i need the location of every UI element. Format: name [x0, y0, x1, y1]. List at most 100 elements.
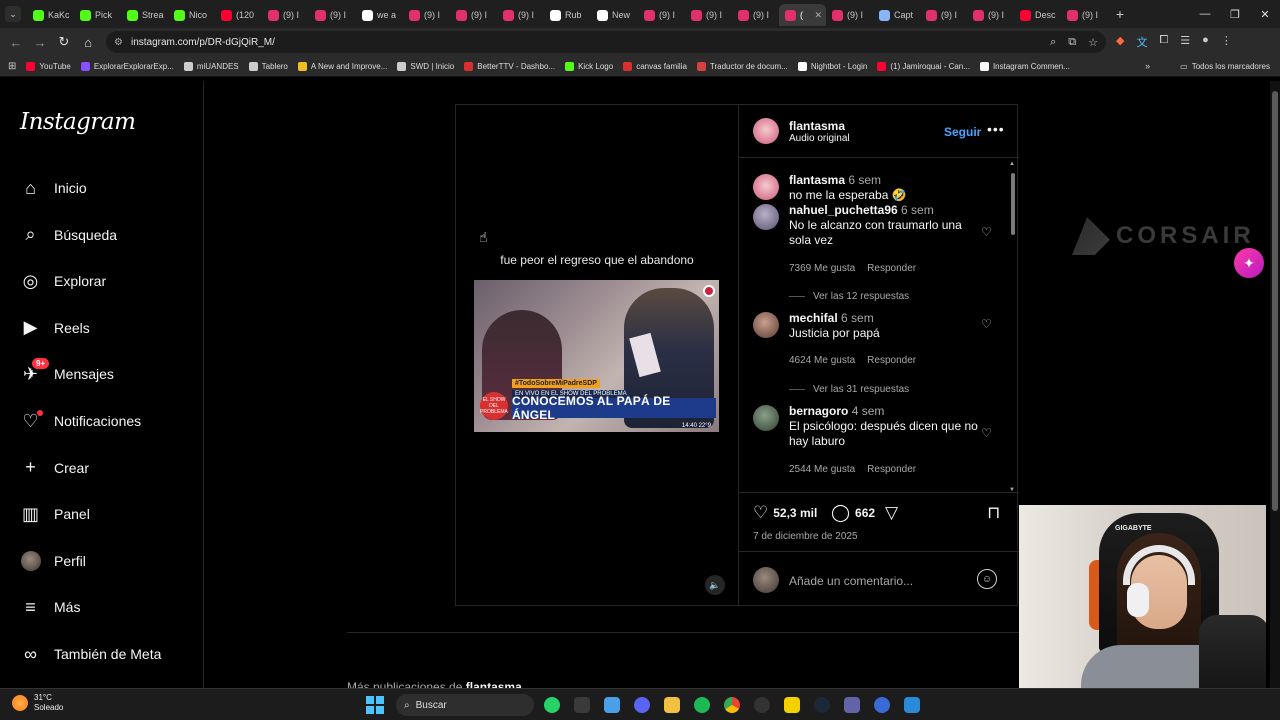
close-tab-icon[interactable]: ✕: [814, 10, 822, 21]
bookmark-item[interactable]: A New and Improve...: [297, 61, 387, 71]
browser-tab[interactable]: (9) I: [262, 4, 309, 26]
comment-time[interactable]: 6 sem: [841, 311, 874, 325]
browser-tab[interactable]: Pick: [74, 4, 121, 26]
sidebar-item[interactable]: ▥ Panel: [20, 499, 90, 529]
browser-menu-icon[interactable]: ⋮: [1221, 34, 1232, 50]
scroll-down-icon[interactable]: ▼: [1009, 487, 1015, 493]
browser-tab[interactable]: Nico: [168, 4, 215, 26]
more-options-icon[interactable]: •••: [987, 121, 1005, 137]
chrome-icon[interactable]: [720, 693, 744, 717]
comment-likes[interactable]: 7369 Me gusta: [789, 263, 855, 274]
browser-tab[interactable]: (9) I: [497, 4, 544, 26]
sticky-notes-icon[interactable]: [780, 693, 804, 717]
comment-like-icon[interactable]: ♡: [981, 317, 992, 331]
back-icon[interactable]: ←: [4, 35, 28, 50]
comment-username[interactable]: mechifal: [789, 311, 838, 325]
comment-username[interactable]: nahuel_puchetta96: [789, 203, 898, 217]
bookmark-item[interactable]: ExplorarExplorarExp...: [80, 61, 174, 71]
bookmark-item[interactable]: Kick Logo: [565, 61, 613, 71]
teams-icon[interactable]: [840, 693, 864, 717]
sidebar-item[interactable]: Perfil: [20, 546, 86, 576]
bookmark-star-icon[interactable]: ☆: [1088, 36, 1098, 49]
sidebar-item[interactable]: ⌕ Búsqueda: [20, 220, 117, 250]
browser-tab[interactable]: (9) I: [309, 4, 356, 26]
audio-label[interactable]: Audio original: [789, 133, 850, 144]
bookmark-item[interactable]: Traductor de docum...: [696, 61, 788, 71]
browser-tab[interactable]: KaKc: [27, 4, 74, 26]
browser-tab[interactable]: (9) I: [403, 4, 450, 26]
post-media[interactable]: ☝ fue peor el regreso que el abandono #T…: [456, 105, 738, 605]
sidebar-item[interactable]: ✈ 9+ Mensajes: [20, 357, 114, 389]
zoom-icon[interactable]: ⌕: [1050, 36, 1056, 49]
caption-time[interactable]: 6 sem: [848, 173, 881, 187]
comment-time[interactable]: 4 sem: [852, 404, 885, 418]
bookmark-item[interactable]: (1) Jamiroquai - Can...: [877, 61, 970, 71]
page-scroll-thumb[interactable]: [1272, 91, 1278, 511]
reply-button[interactable]: Responder: [867, 464, 916, 475]
post-date[interactable]: 7 de diciembre de 2025: [753, 531, 858, 542]
sidebar-item[interactable]: ♡ Notificaciones: [20, 406, 141, 436]
bookmark-item[interactable]: miUANDES: [183, 61, 239, 71]
taskbar-search[interactable]: ⌕ Buscar: [396, 694, 534, 716]
browser-tab[interactable]: Capt: [873, 4, 920, 26]
comment-like-icon[interactable]: ♡: [981, 426, 992, 440]
browser-tab[interactable]: (9) I: [685, 4, 732, 26]
like-heart-icon[interactable]: ♡: [753, 503, 768, 523]
view-replies-button[interactable]: Ver las 31 respuestas: [789, 384, 909, 395]
browser-tab[interactable]: (9) I: [450, 4, 497, 26]
bookmark-item[interactable]: Tablero: [248, 61, 288, 71]
bookmarks-overflow-button[interactable]: »: [1145, 61, 1150, 71]
spotify-icon[interactable]: [690, 693, 714, 717]
all-bookmarks-folder[interactable]: ▭ Todos los marcadores: [1180, 62, 1270, 71]
extension-translate-icon[interactable]: 文: [1136, 34, 1147, 50]
browser-tab[interactable]: (✕: [779, 4, 826, 26]
sidebar-item[interactable]: ⌂ Inicio: [20, 173, 87, 203]
sidebar-item[interactable]: ◎ Explorar: [20, 266, 107, 296]
install-app-icon[interactable]: ⧉: [1068, 36, 1076, 49]
browser-tab[interactable]: (9) I: [826, 4, 873, 26]
home-icon[interactable]: ⌂: [76, 35, 100, 50]
start-button[interactable]: [366, 696, 384, 714]
browser-tab[interactable]: (9) I: [638, 4, 685, 26]
floating-extension-icon[interactable]: ✦: [1234, 248, 1264, 278]
comment-like-icon[interactable]: ♡: [981, 225, 992, 239]
extensions-puzzle-icon[interactable]: ⧠: [1159, 34, 1168, 50]
browser-tab[interactable]: Rub: [544, 4, 591, 26]
bookmark-item[interactable]: Nightbot - Login: [797, 61, 867, 71]
extension-fox-icon[interactable]: ◆: [1116, 34, 1124, 50]
comments-scrollbar[interactable]: ▲ ▼: [1009, 159, 1016, 493]
address-bar[interactable]: ⚙ instagram.com/p/DR-dGjQiR_M/ ⌕ ⧉ ☆: [106, 31, 1106, 53]
file-explorer-icon[interactable]: [660, 693, 684, 717]
reload-icon[interactable]: ↻: [52, 34, 76, 50]
vpn-icon[interactable]: [870, 693, 894, 717]
reply-button[interactable]: Responder: [867, 355, 916, 366]
bookmark-item[interactable]: canvas familia: [623, 61, 687, 71]
add-comment-input[interactable]: Añade un comentario...: [789, 574, 913, 588]
whatsapp-icon[interactable]: [540, 693, 564, 717]
sidebar-item[interactable]: ▶ Reels: [20, 313, 90, 343]
share-icon[interactable]: ▽: [885, 503, 898, 523]
browser-tab[interactable]: New: [591, 4, 638, 26]
forward-icon[interactable]: →: [28, 35, 52, 50]
sidebar-item[interactable]: ≡ Más: [20, 592, 80, 622]
browser-tab[interactable]: (120: [215, 4, 262, 26]
comment-bubble-icon[interactable]: ◯: [831, 503, 850, 523]
tab-search-dropdown[interactable]: ⌄: [5, 6, 21, 22]
obs-icon[interactable]: [750, 693, 774, 717]
save-bookmark-icon[interactable]: ⊓: [987, 503, 1000, 523]
comment-action[interactable]: ◯ 662: [831, 503, 875, 523]
scroll-thumb[interactable]: [1011, 173, 1015, 235]
close-window-icon[interactable]: ✕: [1250, 8, 1280, 21]
page-scrollbar[interactable]: [1270, 81, 1280, 701]
profile-icon[interactable]: ●: [1202, 34, 1209, 50]
steam-icon[interactable]: [810, 693, 834, 717]
commenter-avatar[interactable]: [753, 405, 779, 431]
discord-icon[interactable]: [630, 693, 654, 717]
bookmark-item[interactable]: Instagram Commen...: [979, 61, 1070, 71]
view-replies-button[interactable]: Ver las 12 respuestas: [789, 291, 909, 302]
browser-tab[interactable]: (9) I: [967, 4, 1014, 26]
sidebar-item[interactable]: + Crear: [20, 453, 89, 483]
scroll-up-icon[interactable]: ▲: [1009, 161, 1015, 167]
commenter-avatar[interactable]: [753, 204, 779, 230]
likes-count[interactable]: 52,3 mil: [773, 506, 817, 520]
